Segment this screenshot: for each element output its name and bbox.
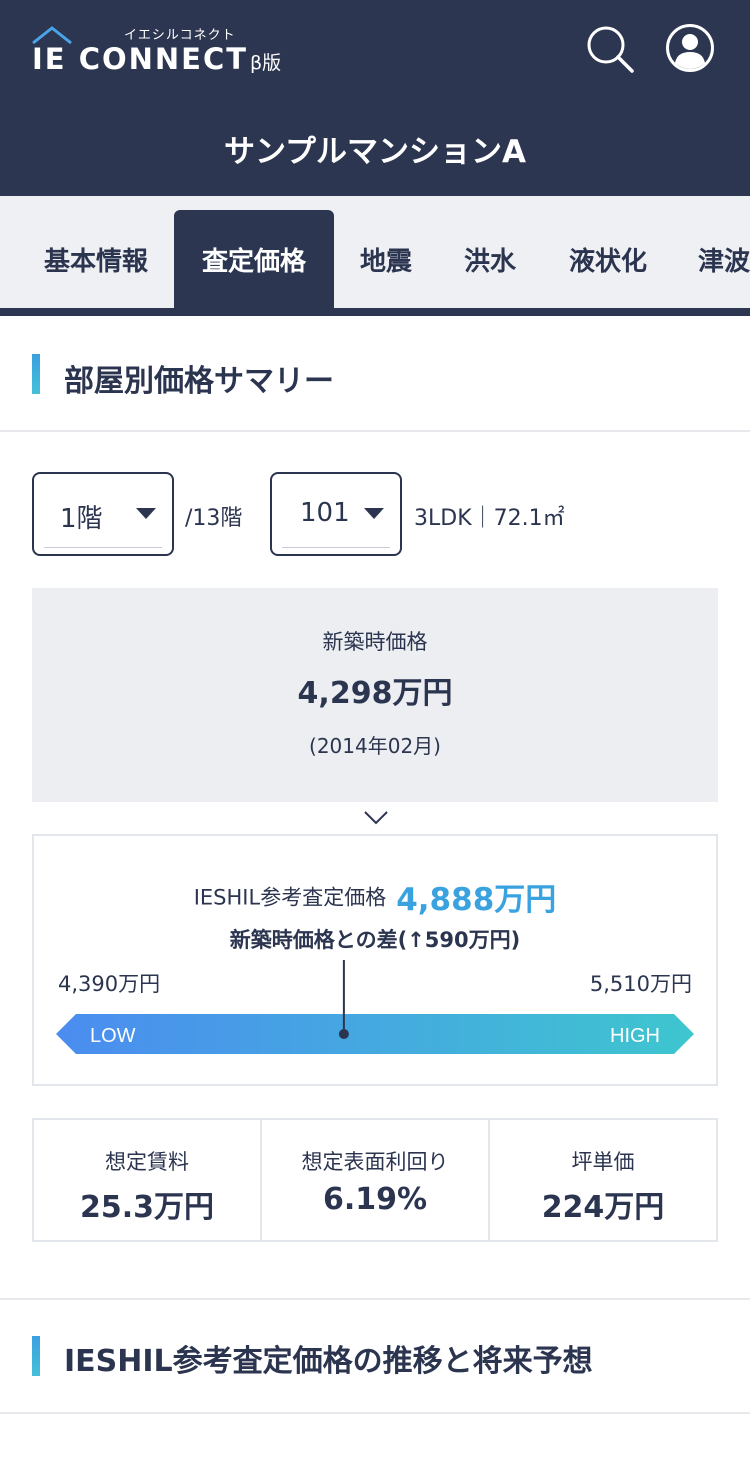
- metric-label: 想定賃料: [105, 1150, 189, 1174]
- tab-tsunami[interactable]: 津波: [674, 210, 750, 308]
- new-build-date: (2014年02月): [309, 734, 441, 758]
- metrics-row: 想定賃料 25.3万円 想定表面利回り 6.19% 坪単価 224万円: [32, 1118, 718, 1242]
- metric-tsubo-price: 坪単価 224万円: [490, 1120, 716, 1240]
- estimate-line: IESHIL参考査定価格 4,888万円: [34, 874, 716, 919]
- estimate-label: IESHIL参考査定価格: [193, 885, 387, 910]
- chevron-down-icon: [364, 811, 388, 825]
- metric-label: 想定表面利回り: [301, 1150, 449, 1174]
- trend-section-header: IESHIL参考査定価格の推移と将来予想: [0, 1300, 750, 1414]
- search-icon[interactable]: [585, 24, 635, 74]
- ie-connect-logo[interactable]: イエシルコネクト IE CONNECT β版: [32, 24, 302, 84]
- floor-select[interactable]: 1階: [32, 472, 174, 556]
- user-account-icon[interactable]: [666, 24, 714, 72]
- floor-select-value: 1階: [60, 504, 103, 534]
- tab-liquefaction[interactable]: 液状化: [542, 210, 674, 308]
- estimate-price: 4,888万円: [396, 882, 557, 918]
- room-layout-info: 3LDK｜72.1㎡: [414, 506, 565, 531]
- tab-basic-info[interactable]: 基本情報: [18, 210, 174, 308]
- section-accent-bar: [32, 354, 40, 394]
- property-title: サンプルマンションA: [223, 134, 527, 170]
- metric-value: 6.19%: [322, 1182, 428, 1217]
- metric-expected-rent: 想定賃料 25.3万円: [34, 1120, 262, 1240]
- select-underline: [44, 547, 162, 548]
- floor-total: /13階: [185, 506, 243, 531]
- metric-surface-yield: 想定表面利回り 6.19%: [262, 1120, 490, 1240]
- range-arrow-bar: [56, 1014, 694, 1054]
- estimate-difference: 新築時価格との差(↑590万円): [229, 928, 521, 952]
- estimate-price-box: IESHIL参考査定価格 4,888万円 新築時価格との差(↑590万円) 4,3…: [32, 834, 718, 1086]
- room-select-value: 101: [300, 498, 350, 528]
- beta-label: β版: [250, 52, 282, 74]
- summary-section-title: 部屋別価格サマリー: [64, 364, 334, 399]
- logo-kana: イエシルコネクト: [124, 28, 236, 43]
- tab-assessed-price[interactable]: 査定価格: [174, 210, 334, 308]
- app-header: イエシルコネクト IE CONNECT β版 サンプルマンションA: [0, 0, 750, 196]
- tab-flood[interactable]: 洪水: [438, 210, 542, 308]
- select-underline: [282, 547, 390, 548]
- tab-bar: 基本情報 査定価格 地震 洪水 液状化 津波: [0, 196, 750, 316]
- summary-section-header: 部屋別価格サマリー: [0, 316, 750, 432]
- room-select[interactable]: 101: [270, 472, 402, 556]
- new-build-price: 4,298万円: [297, 676, 453, 711]
- new-build-label: 新築時価格: [322, 630, 428, 654]
- range-low-label: LOW: [90, 1025, 136, 1047]
- new-build-price-box: 新築時価格 4,298万円 (2014年02月): [32, 588, 718, 802]
- price-range-bar: LOW HIGH: [56, 960, 694, 1054]
- trend-section-title: IESHIL参考査定価格の推移と将来予想: [64, 1344, 593, 1379]
- tab-earthquake[interactable]: 地震: [334, 210, 438, 308]
- section-accent-bar: [32, 1336, 40, 1376]
- range-high-label: HIGH: [610, 1025, 660, 1047]
- metric-value: 25.3万円: [79, 1190, 215, 1225]
- logo-text: IE CONNECT: [32, 42, 249, 76]
- metric-value: 224万円: [541, 1190, 665, 1225]
- chevron-down-icon: [364, 508, 384, 519]
- estimate-marker-dot: [338, 1029, 349, 1039]
- metric-label: 坪単価: [571, 1150, 635, 1174]
- tab-underline: [0, 308, 750, 316]
- chevron-down-icon: [136, 508, 156, 519]
